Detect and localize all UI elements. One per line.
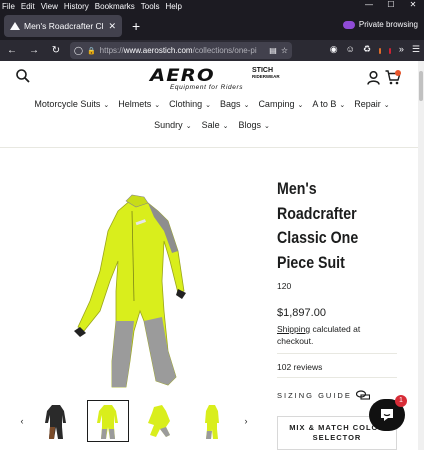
nav-sundry[interactable]: Sundry ⌄: [154, 120, 191, 130]
shipping-note: Shipping calculated at checkout.: [277, 324, 361, 346]
thumbnail-black-suit[interactable]: [36, 401, 76, 441]
account-user-icon[interactable]: [367, 71, 380, 85]
product-sku: 120: [277, 281, 292, 291]
nav-a-to-b[interactable]: A to B ⌄: [312, 99, 345, 109]
reload-icon[interactable]: ↻: [48, 45, 64, 56]
chevron-down-icon: ⌄: [383, 102, 390, 109]
menu-history[interactable]: History: [64, 2, 89, 11]
menu-tools[interactable]: Tools: [141, 2, 160, 11]
product-title: Men's Roadcrafter Classic One Piece Suit: [277, 180, 359, 272]
back-arrow-icon[interactable]: ←: [4, 45, 20, 56]
main-nav-row-2: Sundry ⌄ Sale ⌄ Blogs ⌄: [0, 120, 424, 130]
nav-helmets[interactable]: Helmets ⌄: [118, 99, 160, 109]
chat-notification-badge: 1: [395, 395, 407, 407]
thumbnail-hiviz-suit-side[interactable]: [192, 401, 232, 441]
header-divider: [0, 147, 418, 148]
menu-edit[interactable]: Edit: [21, 2, 35, 11]
menu-help[interactable]: Help: [165, 2, 181, 11]
info-divider: [277, 353, 397, 354]
nav-bags[interactable]: Bags ⌄: [220, 99, 249, 109]
window-controls: — ☐ ✕: [358, 0, 424, 12]
ruler-icon: [355, 390, 370, 400]
address-bar[interactable]: ◯ 🔒 https://www.aerostich.com/collection…: [70, 42, 292, 59]
shipping-link[interactable]: Shipping: [277, 324, 310, 334]
close-tab-icon[interactable]: ✕: [108, 21, 116, 32]
main-nav-row-1: Motorcycle Suits ⌄ Helmets ⌄ Clothing ⌄ Bag…: [0, 99, 424, 109]
site-header: AERO STICH RIDERWEAR Equipment for Riders: [0, 61, 424, 97]
product-price: $1,897.00: [277, 307, 326, 319]
chevron-down-icon: ⌄: [154, 102, 161, 109]
chevron-down-icon: ⌄: [339, 102, 346, 109]
chat-bubble-icon: [381, 409, 393, 421]
extension-orange-icon[interactable]: [378, 44, 381, 55]
chevron-down-icon: ⌄: [243, 102, 250, 109]
tab-active[interactable]: Men's Roadcrafter Classic One ✕: [4, 15, 122, 37]
lock-icon[interactable]: 🔒: [87, 47, 96, 55]
aerostich-logo[interactable]: AERO STICH RIDERWEAR Equipment for Riders: [150, 66, 282, 92]
menu-bookmarks[interactable]: Bookmarks: [95, 2, 135, 11]
nav-blogs[interactable]: Blogs ⌄: [238, 120, 269, 130]
url-text[interactable]: https://www.aerostich.com/collections/on…: [100, 46, 266, 55]
thumbnail-prev-arrow[interactable]: ‹: [14, 416, 30, 426]
product-main-image[interactable]: [60, 181, 210, 391]
overflow-icon[interactable]: »: [399, 44, 404, 55]
logo-tagline: Equipment for Riders: [170, 84, 244, 91]
toolbar-right: ◉ ☺ ♻ » ☰: [330, 44, 420, 55]
private-mask-icon: [342, 20, 355, 29]
menu-view[interactable]: View: [41, 2, 58, 11]
web-page: AERO STICH RIDERWEAR Equipment for Riders…: [0, 61, 424, 450]
chevron-down-icon: ⌄: [185, 123, 192, 130]
private-browsing-indicator: Private browsing: [342, 20, 418, 29]
thumbnail-next-arrow[interactable]: ›: [238, 416, 254, 426]
reviews-link[interactable]: 102 reviews: [277, 362, 322, 372]
chevron-down-icon: ⌄: [263, 123, 270, 130]
tracking-shield-icon[interactable]: ◯: [74, 46, 83, 55]
nav-clothing[interactable]: Clothing ⌄: [169, 99, 211, 109]
extensions-icon[interactable]: ♻: [363, 44, 371, 55]
new-tab-button[interactable]: +: [132, 18, 140, 34]
bookmark-star-icon[interactable]: ☆: [281, 46, 288, 55]
tab-title: Men's Roadcrafter Classic One: [24, 21, 104, 31]
maximize-button[interactable]: ☐: [380, 0, 402, 12]
sizing-guide-link[interactable]: SIZING GUIDE: [277, 390, 370, 400]
chevron-down-icon: ⌄: [222, 123, 229, 130]
product-thumbnails: ‹ ›: [14, 400, 254, 442]
menu-bar: File Edit View History Bookmarks Tools H…: [0, 0, 424, 12]
nav-sale[interactable]: Sale ⌄: [202, 120, 229, 130]
close-window-button[interactable]: ✕: [402, 0, 424, 12]
nav-motorcycle-suits[interactable]: Motorcycle Suits ⌄: [34, 99, 109, 109]
site-favicon-icon: [10, 21, 20, 31]
nav-camping[interactable]: Camping ⌄: [258, 99, 303, 109]
cart-count-dot: [395, 70, 401, 76]
menu-file[interactable]: File: [2, 2, 15, 11]
chevron-down-icon: ⌄: [297, 102, 304, 109]
chevron-down-icon: ⌄: [205, 102, 212, 109]
tab-bar: Men's Roadcrafter Classic One ✕ + Privat…: [0, 12, 424, 40]
chevron-down-icon: ⌄: [103, 102, 110, 109]
nav-repair[interactable]: Repair ⌄: [354, 99, 389, 109]
private-browsing-label: Private browsing: [358, 20, 418, 29]
extension-red-icon[interactable]: [388, 44, 391, 55]
thumbnail-hiviz-suit-front[interactable]: [87, 400, 129, 442]
minimize-button[interactable]: —: [358, 0, 380, 12]
pocket-icon[interactable]: ◉: [330, 44, 338, 55]
account-icon[interactable]: ☺: [346, 44, 355, 55]
search-icon[interactable]: [16, 69, 30, 83]
forward-arrow-icon[interactable]: →: [26, 45, 42, 56]
hamburger-menu-icon[interactable]: ☰: [412, 44, 420, 55]
info-divider: [277, 377, 397, 378]
reader-view-icon[interactable]: ▤: [269, 46, 277, 55]
thumbnail-hiviz-suit-action[interactable]: [140, 401, 180, 441]
navigation-toolbar: ← → ↻ ◯ 🔒 https://www.aerostich.com/coll…: [0, 40, 424, 61]
